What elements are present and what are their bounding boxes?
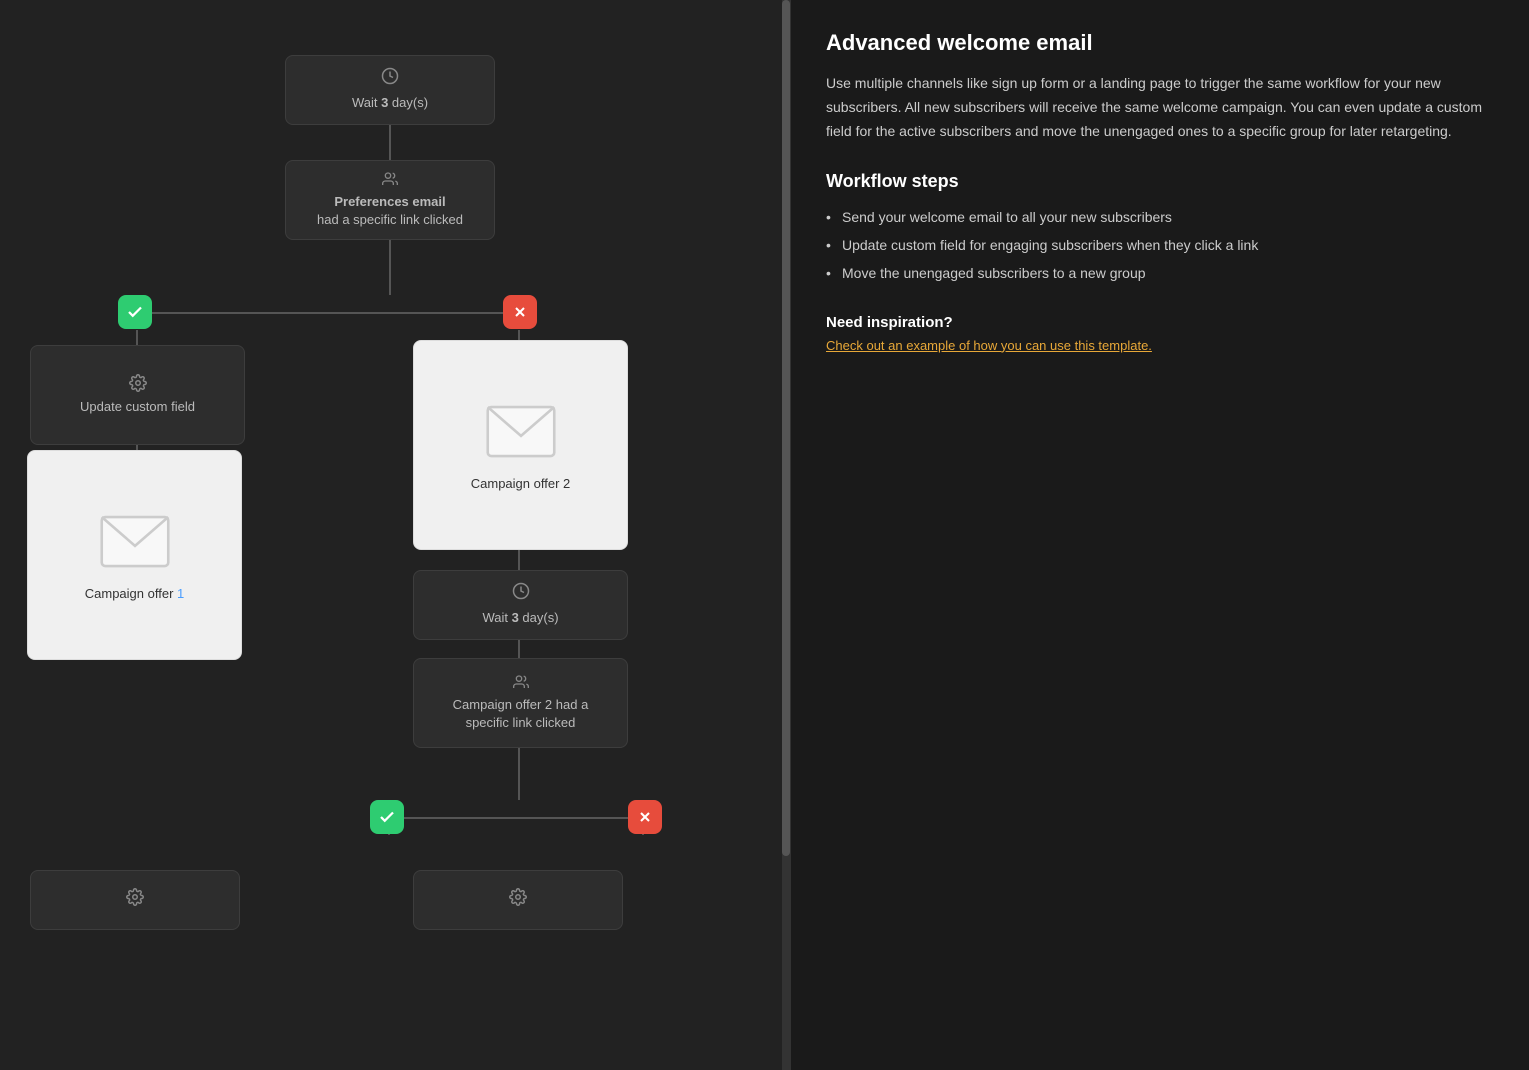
gear-icon-3	[509, 888, 527, 909]
bottom-left-node[interactable]	[30, 870, 240, 930]
update-custom-field-node[interactable]: Update custom field	[30, 345, 245, 445]
info-description: Use multiple channels like sign up form …	[826, 72, 1494, 143]
clock-icon-1	[381, 67, 399, 90]
wait-node-1[interactable]: Wait 3 day(s)	[285, 55, 495, 125]
no-badge-1[interactable]	[503, 295, 537, 329]
step-1: Send your welcome email to all your new …	[826, 206, 1494, 230]
wait-node-2-label: Wait 3 day(s)	[474, 609, 566, 627]
campaign-offer-1-node[interactable]: Campaign offer 1	[27, 450, 242, 660]
campaign-offer-2-condition-node[interactable]: Campaign offer 2 had a specific link cli…	[413, 658, 628, 748]
campaign-offer-1-label: Campaign offer 1	[77, 585, 193, 603]
gear-icon-1	[129, 374, 147, 395]
info-title: Advanced welcome email	[826, 30, 1494, 56]
mail-icon-2-wrapper	[476, 397, 566, 467]
clock-icon-2	[512, 582, 530, 605]
update-custom-field-label: Update custom field	[72, 398, 203, 416]
workflow-panel: Wait 3 day(s) Preferences email had a sp…	[0, 0, 790, 1070]
workflow-steps-title: Workflow steps	[826, 171, 1494, 192]
gear-icon-2	[126, 888, 144, 909]
campaign-offer-2-condition-label: Campaign offer 2 had a specific link cli…	[445, 696, 597, 732]
step-2: Update custom field for engaging subscri…	[826, 234, 1494, 258]
yes-badge-1[interactable]	[118, 295, 152, 329]
person-icon-2	[513, 674, 529, 693]
wait-node-2[interactable]: Wait 3 day(s)	[413, 570, 628, 640]
scrollbar[interactable]	[782, 0, 790, 1070]
campaign-offer-2-label: Campaign offer 2	[463, 475, 579, 493]
mail-icon-1-wrapper	[90, 507, 180, 577]
preferences-condition-label: Preferences email had a specific link cl…	[309, 193, 471, 229]
workflow-steps-list: Send your welcome email to all your new …	[826, 206, 1494, 285]
inspiration-link[interactable]: Check out an example of how you can use …	[826, 338, 1152, 353]
yes-badge-2[interactable]	[370, 800, 404, 834]
person-icon-1	[382, 171, 398, 190]
scrollbar-thumb[interactable]	[782, 0, 790, 856]
info-panel: Advanced welcome email Use multiple chan…	[790, 0, 1529, 1070]
campaign-offer-2-node[interactable]: Campaign offer 2	[413, 340, 628, 550]
wait-node-1-label: Wait 3 day(s)	[344, 94, 436, 112]
bottom-right-node[interactable]	[413, 870, 623, 930]
no-badge-2[interactable]	[628, 800, 662, 834]
inspiration-title: Need inspiration?	[826, 314, 1494, 331]
step-3: Move the unengaged subscribers to a new …	[826, 262, 1494, 286]
preferences-condition-node[interactable]: Preferences email had a specific link cl…	[285, 160, 495, 240]
